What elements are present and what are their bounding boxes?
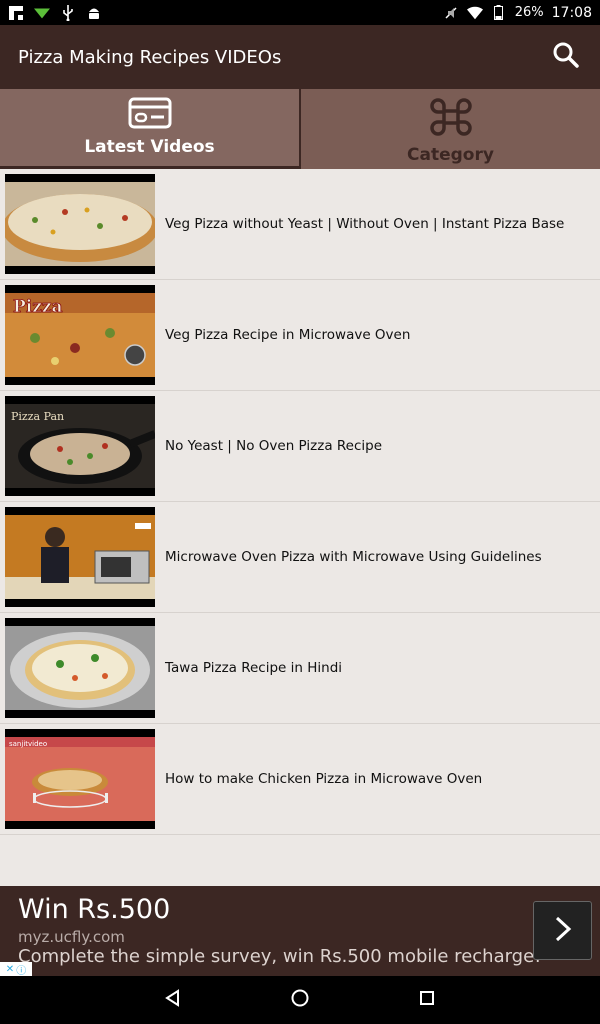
ad-description[interactable]: Complete the simple survey, win Rs.500 m… <box>18 946 541 967</box>
ad-url[interactable]: myz.ucfly.com <box>18 928 125 946</box>
video-list: Veg Pizza without Yeast | Without Oven |… <box>0 169 600 886</box>
video-thumbnail: Pizza <box>5 285 155 385</box>
list-item[interactable]: Veg Pizza without Yeast | Without Oven |… <box>0 169 600 280</box>
video-card-icon <box>128 97 172 133</box>
tab-bar: Latest Videos Category <box>0 89 600 169</box>
list-item[interactable]: Pizza Veg Pizza Recipe in Microwave Oven <box>0 280 600 391</box>
video-title: Microwave Oven Pizza with Microwave Usin… <box>165 549 542 565</box>
list-item[interactable]: Microwave Oven Pizza with Microwave Usin… <box>0 502 600 613</box>
tab-label: Category <box>407 145 494 165</box>
video-thumbnail: sanjitvideo <box>5 729 155 829</box>
tab-latest-videos[interactable]: Latest Videos <box>0 89 299 169</box>
video-title: Veg Pizza Recipe in Microwave Oven <box>165 327 411 343</box>
status-left <box>8 4 102 21</box>
status-bar: 26% 17:08 <box>0 0 600 25</box>
recents-icon <box>419 990 435 1010</box>
search-icon <box>553 42 579 72</box>
command-key-icon <box>429 97 473 141</box>
list-item[interactable]: Tawa Pizza Recipe in Hindi <box>0 613 600 724</box>
flipboard-icon <box>8 5 24 21</box>
search-button[interactable] <box>550 41 582 73</box>
video-title: How to make Chicken Pizza in Microwave O… <box>165 771 483 787</box>
thumbnail-caption: sanjitvideo <box>9 740 47 748</box>
video-title: Veg Pizza without Yeast | Without Oven |… <box>165 216 565 232</box>
home-icon <box>290 988 310 1012</box>
status-right: 26% 17:08 <box>443 5 592 21</box>
battery-percent: 26% <box>514 5 544 20</box>
video-thumbnail <box>5 618 155 718</box>
recents-button[interactable] <box>407 980 447 1020</box>
app-bar: Pizza Making Recipes VIDEOs <box>0 25 600 89</box>
navigation-bar <box>0 976 600 1024</box>
video-thumbnail: Pizza Pan <box>5 396 155 496</box>
back-button[interactable] <box>153 980 193 1020</box>
video-thumbnail <box>5 507 155 607</box>
usb-icon <box>60 4 76 21</box>
wifi-download-icon <box>34 5 50 21</box>
mute-icon <box>443 5 459 21</box>
back-icon <box>164 989 182 1011</box>
video-title: Tawa Pizza Recipe in Hindi <box>165 660 343 676</box>
clock: 17:08 <box>551 4 592 21</box>
tab-category[interactable]: Category <box>299 89 600 169</box>
tab-label: Latest Videos <box>84 137 215 157</box>
ad-choices-icon: ⓘ <box>16 965 27 977</box>
wifi-icon <box>466 5 483 21</box>
ad-open-button[interactable] <box>533 901 592 960</box>
close-icon: ✕ <box>5 963 15 975</box>
list-item[interactable]: Pizza Pan No Yeast | No Oven Pizza Recip… <box>0 391 600 502</box>
ad-banner[interactable]: Win Rs.500 myz.ucfly.com Complete the si… <box>0 886 600 977</box>
thumbnail-caption: Pizza <box>13 297 63 317</box>
app-title: Pizza Making Recipes VIDEOs <box>18 46 282 68</box>
ad-headline[interactable]: Win Rs.500 <box>18 894 170 925</box>
home-button[interactable] <box>280 980 320 1020</box>
chevron-right-icon <box>551 914 575 948</box>
list-item[interactable]: sanjitvideo How to make Chicken Pizza in… <box>0 724 600 835</box>
video-thumbnail <box>5 174 155 274</box>
ad-choices-button[interactable]: ✕ ⓘ <box>0 962 32 977</box>
android-icon <box>86 5 102 21</box>
video-title: No Yeast | No Oven Pizza Recipe <box>165 438 383 454</box>
battery-icon <box>491 5 507 21</box>
thumbnail-caption: Pizza Pan <box>11 410 64 423</box>
